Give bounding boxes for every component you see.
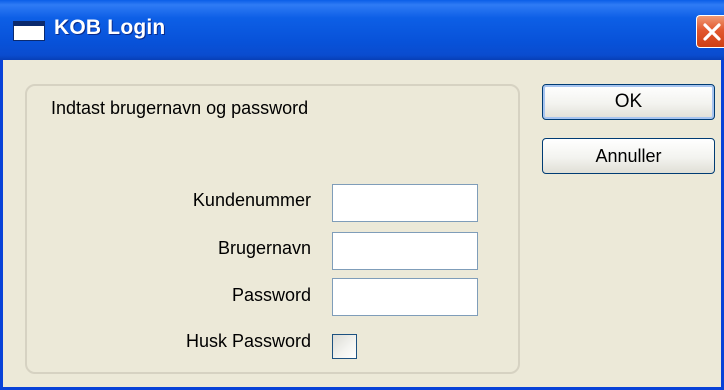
close-icon xyxy=(703,23,721,41)
title-bar[interactable]: KOB Login xyxy=(0,0,724,60)
password-input[interactable] xyxy=(332,278,478,316)
window-icon xyxy=(13,21,45,41)
instruction-text: Indtast brugernavn og password xyxy=(51,98,309,118)
remember-password-checkbox[interactable] xyxy=(332,334,357,359)
login-dialog: KOB Login Indtast brugernavn og password… xyxy=(0,0,724,390)
username-label: Brugernavn xyxy=(217,238,311,258)
customer-number-label: Kundenummer xyxy=(192,190,311,210)
customer-number-input[interactable] xyxy=(332,184,478,222)
ok-button[interactable]: OK xyxy=(542,84,715,120)
username-input[interactable] xyxy=(332,232,478,270)
password-label: Password xyxy=(231,285,311,305)
cancel-button[interactable]: Annuller xyxy=(542,138,715,174)
window-title: KOB Login xyxy=(54,16,166,39)
close-button[interactable] xyxy=(696,15,724,48)
remember-password-label: Husk Password xyxy=(185,331,311,351)
